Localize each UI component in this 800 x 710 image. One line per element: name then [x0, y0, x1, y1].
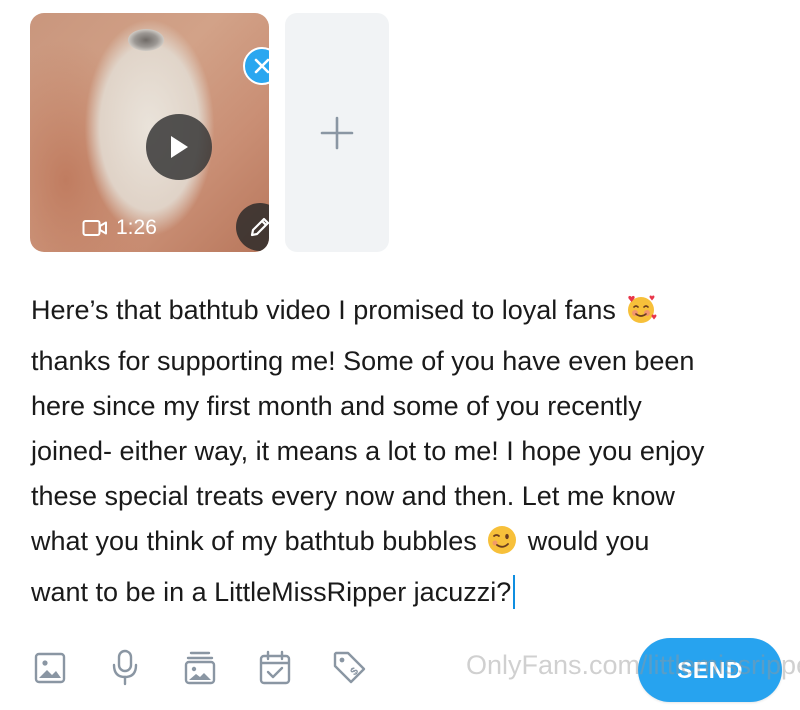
- image-icon: [34, 652, 66, 684]
- video-thumbnail[interactable]: 1:26: [30, 13, 269, 252]
- plus-icon: [320, 116, 354, 149]
- set-price-button[interactable]: $: [330, 648, 370, 688]
- post-text-input[interactable]: Here’s that bathtub video I promised to …: [31, 288, 776, 615]
- remove-media-button[interactable]: [243, 47, 269, 85]
- pencil-icon: [250, 217, 269, 237]
- smiling-face-with-hearts-emoji: [625, 293, 657, 339]
- media-vault-button[interactable]: [180, 648, 220, 688]
- post-text-part-2: thanks for supporting me! Some of you ha…: [31, 346, 705, 556]
- play-icon: [171, 136, 188, 158]
- duration-label: 1:26: [116, 216, 157, 239]
- close-icon: [254, 58, 269, 74]
- play-button[interactable]: [146, 114, 212, 180]
- edit-media-button[interactable]: [236, 203, 269, 251]
- video-duration: 1:26: [82, 215, 157, 241]
- send-button[interactable]: SEND: [638, 638, 782, 702]
- add-media-button[interactable]: [285, 13, 389, 252]
- post-text-part-1: Here’s that bathtub video I promised to …: [31, 295, 624, 325]
- add-image-button[interactable]: [30, 648, 70, 688]
- microphone-icon: [112, 649, 138, 686]
- video-camera-icon: [82, 220, 107, 236]
- svg-text:$: $: [348, 665, 361, 678]
- bathtub-drain-image: [128, 29, 164, 51]
- price-tag-icon: $: [333, 651, 366, 684]
- voice-message-button[interactable]: [105, 648, 145, 688]
- calendar-icon: [259, 650, 291, 685]
- winking-face-emoji: [486, 524, 518, 570]
- media-vault-icon: [184, 651, 216, 685]
- text-cursor: [513, 575, 516, 609]
- schedule-post-button[interactable]: [255, 648, 295, 688]
